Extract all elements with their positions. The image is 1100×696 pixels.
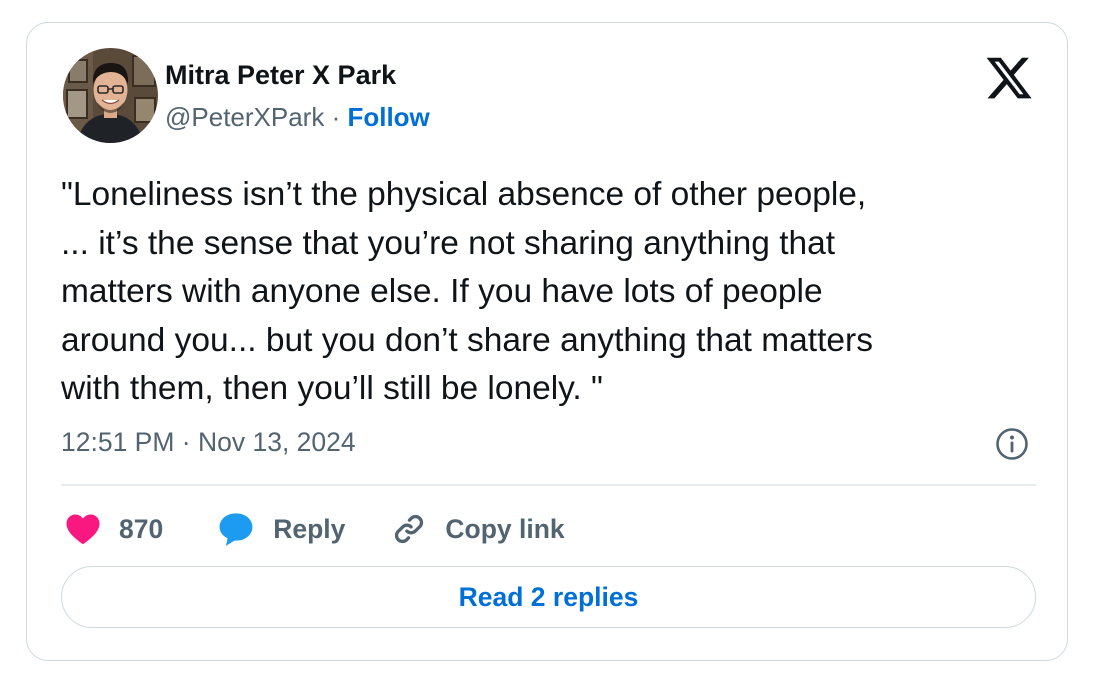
- action-bar: 870 Reply Copy link: [65, 504, 565, 554]
- author-handle[interactable]: @PeterXPark: [165, 102, 324, 132]
- author-name[interactable]: Mitra Peter X Park: [165, 59, 430, 91]
- handle-separator: ·: [324, 102, 348, 132]
- author-block: Mitra Peter X Park @PeterXPark · Follow: [165, 59, 430, 133]
- read-replies-label: Read 2 replies: [458, 581, 639, 612]
- follow-link[interactable]: Follow: [347, 102, 429, 132]
- link-icon: [395, 514, 424, 544]
- avatar-image: [63, 48, 158, 143]
- speech-bubble-icon: [219, 513, 253, 546]
- like-count: 870: [119, 513, 164, 544]
- read-replies-button[interactable]: Read 2 replies: [61, 566, 1036, 628]
- avatar[interactable]: [63, 48, 158, 143]
- reply-button[interactable]: Reply: [217, 511, 345, 547]
- copy-link-button[interactable]: Copy link: [391, 511, 565, 547]
- author-subline: @PeterXPark · Follow: [165, 101, 430, 133]
- info-icon[interactable]: [995, 427, 1029, 461]
- divider: [61, 484, 1036, 486]
- tweet-text: "Loneliness isn’t the physical absence o…: [61, 176, 873, 407]
- heart-icon: [66, 514, 100, 545]
- x-logo-icon[interactable]: [984, 53, 1034, 103]
- tweet-card: Mitra Peter X Park @PeterXPark · Follow …: [26, 22, 1068, 661]
- reply-label: Reply: [273, 513, 346, 544]
- tweet-timestamp[interactable]: 12:51 PM · Nov 13, 2024: [61, 425, 356, 459]
- copy-link-label: Copy link: [445, 513, 565, 544]
- like-button[interactable]: 870: [65, 512, 163, 546]
